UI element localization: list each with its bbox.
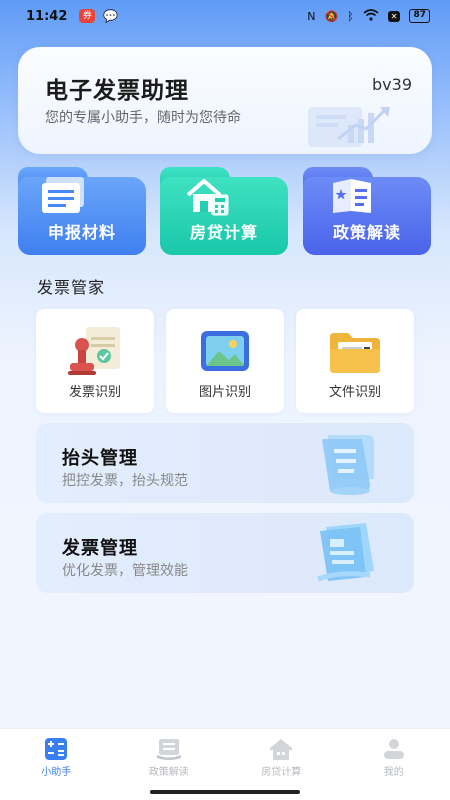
nav-label: 小助手 — [41, 767, 72, 778]
image-icon — [201, 331, 249, 371]
tile-label: 申报材料 — [47, 223, 116, 242]
house-calculator-icon — [186, 179, 229, 216]
user-icon — [383, 739, 404, 759]
card-subtitle: 优化发票，管理效能 — [62, 563, 188, 579]
nav-label: 政策解读 — [148, 767, 189, 778]
mute-icon: 🔕 — [324, 9, 339, 23]
header-card: 电子发票助理 您的专属小助手，随时为您待命 bv39 — [18, 47, 432, 154]
tile-mortgage-calculator[interactable]: 房贷计算 — [160, 167, 288, 255]
card-title: 发票管理 — [62, 538, 138, 559]
tile-policy-interpretation[interactable]: 政策解读 — [303, 167, 431, 255]
version-label: bv39 — [372, 75, 412, 94]
tile-label: 政策解读 — [332, 223, 401, 242]
wifi-icon — [363, 8, 379, 24]
nav-item-mortgage[interactable]: 房贷计算 — [225, 729, 338, 784]
bluetooth-icon: ᛒ — [347, 9, 354, 23]
scroll-document-icon — [317, 523, 374, 582]
nav-item-policy[interactable]: 政策解读 — [113, 729, 226, 784]
card-label: 文件识别 — [328, 385, 381, 400]
app-title: 电子发票助理 — [45, 78, 189, 104]
tile-declaration-materials[interactable]: 申报材料 — [18, 167, 146, 255]
calculator-icon — [45, 738, 68, 760]
house-icon — [270, 739, 293, 760]
title-management-card[interactable]: 抬头管理 把控发票，抬头规范 — [36, 423, 414, 503]
nfc-icon: N — [307, 9, 316, 23]
bottom-navigation: 小助手 政策解读 房贷计算 我的 — [0, 728, 450, 784]
status-time: 11:42 — [26, 8, 68, 24]
battery-icon: 87 — [409, 9, 430, 23]
scroll-document-icon — [322, 435, 374, 495]
card-subtitle: 把控发票，抬头规范 — [62, 473, 188, 489]
documents-icon — [42, 177, 84, 213]
folder-icon — [330, 333, 380, 373]
image-recognition-card[interactable]: 图片识别 — [166, 309, 284, 413]
chart-decoration-icon — [308, 107, 390, 147]
file-recognition-card[interactable]: 文件识别 — [296, 309, 414, 413]
card-label: 图片识别 — [198, 385, 251, 400]
stamp-icon — [68, 327, 120, 375]
book-icon — [156, 739, 181, 760]
policy-book-icon — [333, 179, 371, 213]
section-title: 发票管家 — [37, 278, 106, 297]
wechat-icon: 💬 — [103, 9, 119, 23]
card-title: 抬头管理 — [62, 448, 138, 469]
nav-label: 我的 — [383, 767, 404, 778]
app-subtitle: 您的专属小助手，随时为您待命 — [45, 110, 241, 126]
nav-item-assistant[interactable]: 小助手 — [0, 729, 113, 784]
tile-label: 房贷计算 — [189, 223, 258, 242]
card-label: 发票识别 — [68, 385, 121, 400]
app-notification-icon: 券 — [79, 9, 96, 23]
nav-item-profile[interactable]: 我的 — [338, 729, 450, 784]
invoice-management-card[interactable]: 发票管理 优化发票，管理效能 — [36, 513, 414, 593]
invoice-recognition-card[interactable]: 发票识别 — [36, 309, 154, 413]
home-indicator[interactable] — [150, 790, 300, 794]
nav-label: 房贷计算 — [261, 767, 302, 778]
status-bar: 11:42 券 💬 N 🔕 ᛒ ✕ 87 — [0, 0, 450, 32]
sim-icon: ✕ — [387, 10, 401, 22]
